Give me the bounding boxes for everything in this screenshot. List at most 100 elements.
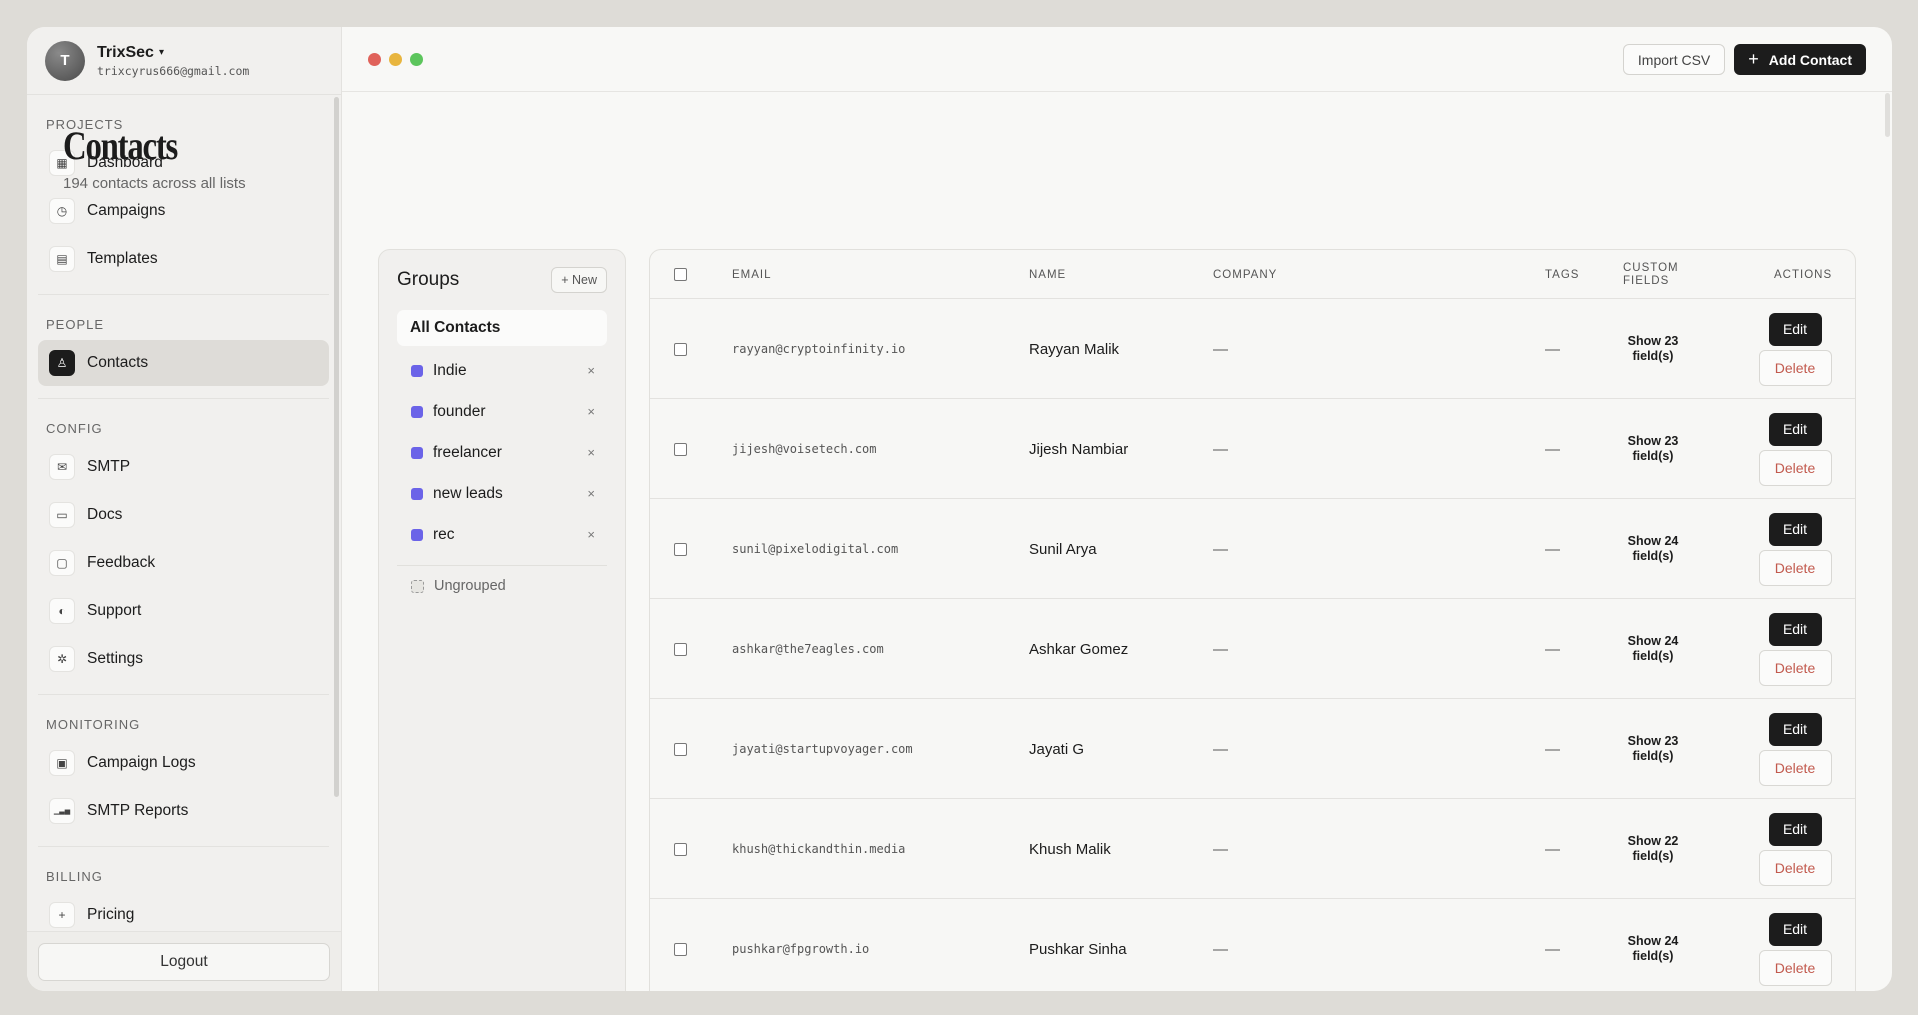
section-title: PEOPLE (46, 317, 105, 332)
remove-group-icon[interactable]: × (587, 527, 595, 542)
sidebar-nav: PROJECTS ▦ Dashboard ◷ Campaigns ▤ Templates PE… (27, 95, 341, 950)
contact-email: jayati@startupvoyager.com (732, 742, 913, 756)
sidebar-item-feedback[interactable]: ▢ Feedback (38, 540, 329, 586)
delete-button[interactable]: Delete (1758, 849, 1832, 886)
row-select-cell (674, 699, 687, 799)
nav-section-monitoring: MONITORING ▣ Campaign Logs ▁▃▅ SMTP Reports (38, 695, 329, 847)
show-custom-fields-button[interactable]: Show 22 field(s) (1608, 799, 1698, 899)
custom-fields-suffix: field(s) (1632, 849, 1674, 863)
sidebar-item-support[interactable]: ◐ Support (38, 588, 329, 634)
sidebar-item-campaigns[interactable]: ◷ Campaigns (38, 188, 329, 234)
remove-group-icon[interactable]: × (587, 486, 595, 501)
delete-button[interactable]: Delete (1758, 749, 1832, 786)
header-email[interactable]: EMAIL (732, 250, 772, 299)
sidebar-item-templates[interactable]: ▤ Templates (38, 236, 329, 282)
sidebar-item-settings[interactable]: ✲ Settings (38, 636, 329, 682)
chat-icon: ▢ (49, 550, 75, 576)
nav-section-config: CONFIG ✉ SMTP ▭ Docs ▢ Feedback ◐ Support ✲ Settin… (38, 399, 329, 695)
remove-group-icon[interactable]: × (587, 445, 595, 460)
contact-email: ashkar@the7eagles.com (732, 642, 884, 656)
app-window: T TrixSec ▾ trixcyrus666@gmail.com PROJE… (27, 27, 1892, 991)
delete-button[interactable]: Delete (1758, 549, 1832, 586)
show-custom-fields-button[interactable]: Show 23 field(s) (1608, 699, 1698, 799)
delete-button[interactable]: Delete (1758, 949, 1832, 986)
sidebar-item-label: Pricing (87, 906, 135, 923)
edit-button[interactable]: Edit (1768, 612, 1822, 646)
show-custom-fields-button[interactable]: Show 23 field(s) (1608, 299, 1698, 399)
sidebar-item-docs[interactable]: ▭ Docs (38, 492, 329, 538)
nav-section-people: PEOPLE ♙ Contacts (38, 295, 329, 399)
contact-tags: — (1545, 440, 1560, 458)
custom-fields-suffix: field(s) (1632, 949, 1674, 963)
user-icon: ♙ (49, 350, 75, 376)
sidebar-item-label: Campaigns (87, 202, 166, 219)
custom-fields-count: Show 24 (1627, 534, 1679, 548)
contact-tags: — (1545, 640, 1560, 658)
sidebar-scrollbar[interactable] (334, 97, 339, 797)
clock-icon: ◷ (49, 198, 75, 224)
group-item[interactable]: Indie × (379, 350, 625, 391)
page-title: Contacts (63, 123, 178, 168)
header-actions: ACTIONS (1774, 268, 1833, 281)
group-color-swatch (411, 405, 423, 418)
group-item[interactable]: new leads × (379, 473, 625, 514)
maximize-dot[interactable] (410, 52, 423, 66)
show-custom-fields-button[interactable]: Show 23 field(s) (1608, 399, 1698, 499)
sidebar-item-smtp-reports[interactable]: ▁▃▅ SMTP Reports (38, 788, 329, 834)
row-checkbox[interactable] (674, 542, 687, 556)
edit-button[interactable]: Edit (1768, 412, 1822, 446)
minimize-dot[interactable] (389, 52, 402, 66)
row-checkbox[interactable] (674, 942, 687, 956)
select-all-checkbox[interactable] (674, 268, 687, 281)
contact-name: Ashkar Gomez (1029, 640, 1129, 658)
contact-name: Rayyan Malik (1029, 340, 1120, 358)
edit-button[interactable]: Edit (1768, 512, 1822, 546)
close-dot[interactable] (368, 52, 381, 66)
group-item[interactable]: freelancer × (379, 432, 625, 473)
bar-chart-icon: ▁▃▅ (49, 798, 75, 824)
edit-button[interactable]: Edit (1768, 312, 1822, 346)
delete-button[interactable]: Delete (1758, 449, 1832, 486)
contacts-table: EMAIL NAME COMPANY TAGS CUSTOM FIELDS AC… (649, 249, 1856, 991)
ungrouped-label: Ungrouped (434, 578, 506, 594)
row-checkbox[interactable] (674, 742, 687, 756)
sidebar-item-campaign-logs[interactable]: ▣ Campaign Logs (38, 740, 329, 786)
edit-button[interactable]: Edit (1768, 712, 1822, 746)
import-csv-button[interactable]: Import CSV (1622, 44, 1726, 75)
contact-company: — (1213, 840, 1228, 858)
show-custom-fields-button[interactable]: Show 24 field(s) (1608, 599, 1698, 699)
logout-button[interactable]: Logout (38, 943, 330, 981)
contact-tags: — (1545, 540, 1560, 558)
custom-fields-count: Show 23 (1627, 334, 1679, 348)
remove-group-icon[interactable]: × (587, 404, 595, 419)
remove-group-icon[interactable]: × (587, 363, 595, 378)
row-checkbox[interactable] (674, 442, 687, 456)
contact-tags: — (1545, 740, 1560, 758)
group-item[interactable]: rec × (379, 514, 625, 555)
group-item[interactable]: founder × (379, 391, 625, 432)
main-scrollbar[interactable] (1885, 93, 1890, 137)
header-name[interactable]: NAME (1029, 250, 1066, 299)
show-custom-fields-button[interactable]: Show 24 field(s) (1608, 499, 1698, 599)
edit-button[interactable]: Edit (1768, 812, 1822, 846)
edit-button[interactable]: Edit (1768, 912, 1822, 946)
account-switcher[interactable]: T TrixSec ▾ trixcyrus666@gmail.com (27, 27, 341, 95)
row-actions: Edit Delete (1755, 499, 1835, 599)
contact-name: Jayati G (1029, 740, 1085, 758)
row-select-cell (674, 299, 687, 399)
sidebar-item-label: Settings (87, 650, 144, 667)
sidebar-item-contacts[interactable]: ♙ Contacts (38, 340, 329, 386)
row-checkbox[interactable] (674, 642, 687, 656)
header-company[interactable]: COMPANY (1213, 250, 1277, 299)
delete-button[interactable]: Delete (1758, 649, 1832, 686)
sidebar-item-smtp[interactable]: ✉ SMTP (38, 444, 329, 490)
row-checkbox[interactable] (674, 842, 687, 856)
show-custom-fields-button[interactable]: Show 24 field(s) (1608, 899, 1698, 991)
group-all-contacts[interactable]: All Contacts (397, 310, 607, 346)
delete-button[interactable]: Delete (1758, 349, 1832, 386)
group-ungrouped[interactable]: Ungrouped (379, 566, 625, 606)
new-group-button[interactable]: + New (551, 267, 607, 293)
add-contact-button[interactable]: + Add Contact (1734, 44, 1866, 75)
row-checkbox[interactable] (674, 342, 687, 356)
table-row: sunil@pixelodigital.com Sunil Arya — — S… (650, 499, 1855, 599)
